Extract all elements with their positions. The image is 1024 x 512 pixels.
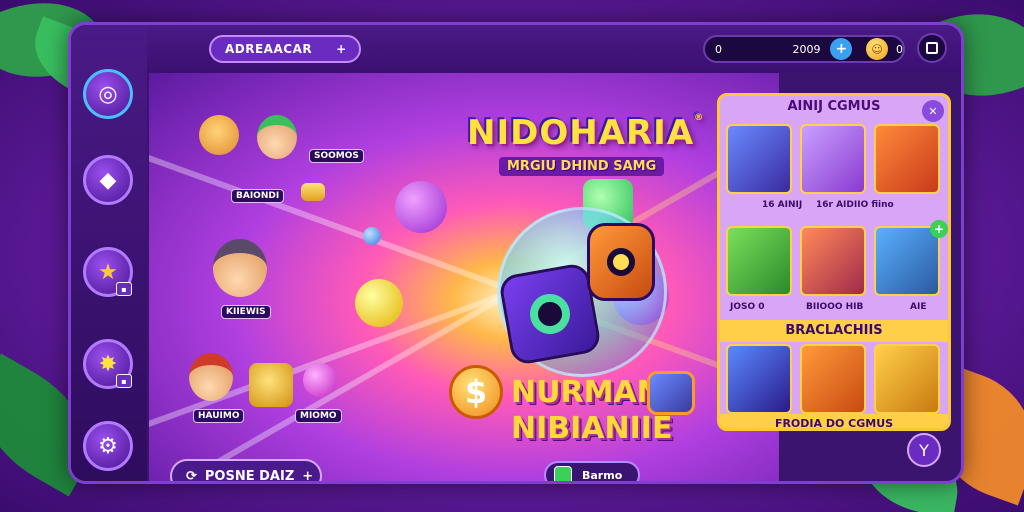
trademark: ® — [694, 113, 705, 123]
star-icon: ★ — [98, 259, 118, 285]
plus-icon: + — [336, 42, 347, 56]
card-label: AIE — [910, 302, 927, 312]
currency-left-value: 0 — [715, 42, 722, 56]
center-action-button[interactable]: Barmo — [544, 461, 640, 482]
item-card[interactable] — [874, 344, 940, 414]
add-card-button[interactable]: + — [930, 220, 948, 238]
center-action-label: Barmo — [582, 468, 623, 482]
game-subtitle: MRGIU DHIND SAMG — [499, 157, 665, 176]
yellow-gem-icon — [355, 279, 403, 327]
purple-gem-icon — [395, 181, 447, 233]
character-avatar[interactable] — [257, 115, 297, 159]
item-card[interactable] — [800, 124, 866, 194]
share-icon: ✕ — [928, 104, 938, 118]
sidebar-settings-button[interactable]: ⚙ — [83, 421, 133, 471]
card-label: 16 AINIJ — [762, 200, 803, 210]
play-button[interactable]: ⟳ POSNE DAIZ + — [170, 459, 322, 484]
item-card[interactable] — [874, 124, 940, 194]
trophy-icon — [249, 363, 293, 407]
character-label: HAUIMO — [193, 409, 245, 423]
green-block-icon — [554, 466, 572, 481]
plus-icon: + — [302, 468, 314, 484]
dice-icon — [587, 223, 655, 301]
sidebar-star-button[interactable]: ★ ▪ — [83, 247, 133, 297]
game-title-text: NIDOHARIA — [467, 113, 695, 153]
slogan-line-2: NIBIANIIE — [511, 411, 673, 446]
sidebar-badge-button[interactable]: ✸ ▪ — [83, 339, 133, 389]
gem-icon: ◆ — [99, 167, 117, 193]
menu-icon — [926, 42, 938, 54]
coin-stack-icon — [301, 183, 325, 201]
game-window: ADREAACAR + 0 2009 + ☺ 0 ◎ ◆ ★ ▪ ✸ ▪ ⚙ N… — [68, 22, 964, 484]
game-stage: NIDOHARIA® MRGIU DHIND SAMG $ NURMAN NIB… — [149, 73, 779, 484]
title-pill-button[interactable]: ADREAACAR + — [209, 35, 361, 63]
item-card[interactable] — [726, 124, 792, 194]
dice-eye — [607, 248, 635, 276]
gear-icon: ⚙ — [98, 433, 118, 459]
power-icon: ◎ — [98, 81, 118, 107]
add-currency-button[interactable]: + — [830, 38, 853, 60]
tool-icon: Y — [919, 440, 929, 460]
sub-badge-icon: ▪ — [116, 374, 132, 388]
item-card[interactable] — [726, 344, 792, 414]
panel-footer: FRODIA DO CGMUS — [720, 414, 948, 428]
coin-icon: ☺ — [866, 38, 889, 60]
menu-button[interactable] — [917, 33, 947, 63]
dice-eye — [526, 290, 574, 338]
character-label: MIOMO — [295, 409, 342, 423]
currency-amount: 2009 — [792, 42, 821, 56]
dollar-coin-icon: $ — [449, 365, 503, 419]
character-avatar[interactable] — [189, 353, 233, 401]
item-card[interactable] — [726, 226, 792, 296]
coin-count: 0 — [896, 42, 904, 56]
game-title: NIDOHARIA® — [467, 113, 704, 153]
title-pill-label: ADREAACAR — [225, 42, 313, 56]
character-avatar[interactable] — [213, 239, 267, 297]
pink-gem-icon — [303, 363, 337, 397]
corner-action-button[interactable]: Y — [907, 433, 941, 467]
card-label: BIIOOO HIB — [806, 302, 864, 312]
light-ray — [149, 144, 516, 294]
sidebar-home-button[interactable]: ◎ — [83, 69, 133, 119]
panel-share-button[interactable]: ✕ — [922, 100, 944, 122]
play-button-label: POSNE DAIZ — [204, 468, 295, 484]
currency-bar: 0 2009 + ☺ 0 — [703, 35, 905, 63]
card-label: 16r AIDIIO fiino — [816, 200, 894, 210]
blue-gem-icon — [363, 227, 381, 245]
sidebar-gem-button[interactable]: ◆ — [83, 155, 133, 205]
character-label: BAIONDI — [231, 189, 285, 203]
item-card[interactable] — [874, 226, 940, 296]
card-label: JOSO 0 — [730, 302, 765, 312]
collection-panel: AINIJ CGMUS ✕ 16 AINIJ 16r AIDIIO fiino … — [717, 93, 951, 431]
character-label: KIIEWIS — [221, 305, 271, 319]
refresh-icon: ⟳ — [186, 468, 197, 484]
star-badge-icon: ✸ — [98, 351, 118, 377]
character-avatar[interactable] — [199, 115, 239, 155]
character-label: SOOMOS — [309, 149, 364, 163]
panel-title: AINIJ CGMUS — [787, 99, 881, 114]
item-card[interactable] — [800, 344, 866, 414]
sub-badge-icon: ▪ — [116, 282, 132, 296]
sidebar: ◎ ◆ ★ ▪ ✸ ▪ ⚙ — [71, 25, 147, 481]
treasure-chest-icon — [647, 371, 695, 415]
item-card[interactable] — [800, 226, 866, 296]
section-title: BRACLACHIIS — [720, 320, 948, 342]
